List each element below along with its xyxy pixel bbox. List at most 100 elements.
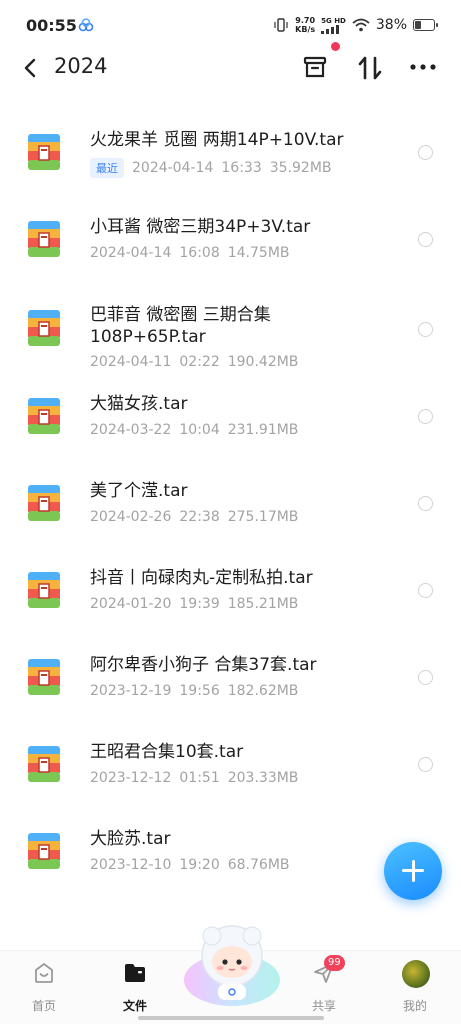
file-meta: 2023-12-19 19:56 182.62MB [90, 683, 298, 699]
status-indicators: 9.70 KB/s 5G HD 38% [273, 14, 438, 36]
file-row[interactable]: 大猫女孩.tar 2024-03-22 10:04 231.91MB [0, 376, 461, 463]
file-time: 22:38 [179, 509, 220, 525]
wifi-icon [352, 18, 370, 32]
select-radio[interactable] [418, 757, 433, 772]
file-name: 王昭君合集10套.tar [90, 742, 244, 762]
archive-file-icon [28, 833, 60, 869]
status-bar: 00:55 9.70 KB/s 5G HD 38% [0, 0, 461, 52]
home-indicator [138, 1016, 324, 1020]
file-row[interactable]: 小耳酱 微密三期34P+3V.tar 2024-04-14 16:08 14.7… [0, 199, 461, 286]
nav-label: 文件 [122, 999, 147, 1013]
page-title: 2024 [54, 54, 108, 78]
vibrate-icon [274, 18, 288, 32]
nav-label: 我的 [402, 999, 427, 1013]
select-radio[interactable] [418, 583, 433, 598]
archive-file-icon [28, 572, 60, 608]
notification-dot [331, 42, 340, 51]
file-meta: 2024-02-26 22:38 275.17MB [90, 509, 298, 525]
file-time: 10:04 [179, 422, 220, 438]
file-row[interactable]: 抖音丨向碌肉丸-定制私拍.tar 2024-01-20 19:39 185.21… [0, 550, 461, 637]
file-date: 2024-03-22 [90, 422, 172, 438]
file-time: 19:56 [179, 683, 220, 699]
file-name: 阿尔卑香小狗子 合集37套.tar [90, 655, 317, 675]
recent-badge: 最近 [90, 158, 124, 178]
battery-icon [413, 19, 438, 31]
cloud-sync-icon [78, 18, 94, 32]
battery-fill [415, 21, 422, 29]
file-meta: 2023-12-12 01:51 203.33MB [90, 770, 298, 786]
archive-file-icon [28, 485, 60, 521]
add-button[interactable] [384, 842, 442, 900]
nav-item-home[interactable]: 首页 [9, 951, 79, 1024]
file-row[interactable]: 火龙果羊 觅圈 两期14P+10V.tar 最近 2024-04-14 16:3… [0, 112, 461, 199]
file-name: 大脸苏.tar [90, 829, 171, 849]
more-icon[interactable] [409, 54, 437, 80]
select-radio[interactable] [418, 232, 433, 247]
file-date: 2024-04-14 [90, 245, 172, 261]
back-arrow-icon[interactable] [22, 56, 38, 80]
select-radio[interactable] [418, 670, 433, 685]
file-size: 182.62MB [227, 683, 299, 699]
file-name: 火龙果羊 觅圈 两期14P+10V.tar [90, 130, 344, 150]
file-date: 2023-12-10 [90, 857, 172, 873]
avatar [402, 960, 430, 988]
file-meta: 2023-12-10 19:20 68.76MB [90, 857, 290, 873]
nav-label: 首页 [31, 999, 56, 1013]
select-radio[interactable] [418, 496, 433, 511]
file-time: 19:20 [179, 857, 220, 873]
signal-icon [321, 24, 340, 34]
mascot-button[interactable] [182, 918, 282, 1008]
file-row[interactable]: 阿尔卑香小狗子 合集37套.tar 2023-12-19 19:56 182.6… [0, 637, 461, 724]
file-time: 01:51 [179, 770, 220, 786]
archive-icon[interactable] [302, 54, 328, 80]
header: 2024 [0, 42, 461, 86]
file-row[interactable]: 巴菲音 微密圈 三期合集 108P+65P.tar 2024-04-11 02:… [0, 286, 461, 376]
nav-item-share[interactable]: 99 共享 [289, 951, 359, 1024]
nav-item-profile[interactable]: 我的 [380, 951, 450, 1024]
file-size: 35.92MB [269, 160, 332, 176]
file-list: 火龙果羊 觅圈 两期14P+10V.tar 最近 2024-04-14 16:3… [0, 112, 461, 898]
file-row[interactable]: 美了个滢.tar 2024-02-26 22:38 275.17MB [0, 463, 461, 550]
net-speed: 9.70 KB/s [295, 16, 316, 34]
select-radio[interactable] [418, 322, 433, 337]
sort-icon[interactable] [357, 54, 383, 82]
file-size: 190.42MB [227, 354, 299, 370]
file-row[interactable]: 王昭君合集10套.tar 2023-12-12 01:51 203.33MB [0, 724, 461, 811]
file-time: 02:22 [179, 354, 220, 370]
file-time: 16:33 [221, 160, 262, 176]
nav-label: 共享 [311, 999, 336, 1013]
file-time: 19:39 [179, 596, 220, 612]
file-meta: 2024-03-22 10:04 231.91MB [90, 422, 298, 438]
select-radio[interactable] [418, 145, 433, 160]
file-date: 2023-12-19 [90, 683, 172, 699]
file-date: 2024-01-20 [90, 596, 172, 612]
file-size: 203.33MB [227, 770, 299, 786]
signal-indicator: 5G HD [321, 17, 346, 34]
file-size: 185.21MB [227, 596, 299, 612]
home-icon [35, 963, 53, 983]
file-name: 抖音丨向碌肉丸-定制私拍.tar [90, 568, 313, 588]
nav-item-files[interactable]: 文件 [100, 951, 170, 1024]
file-meta: 2024-01-20 19:39 185.21MB [90, 596, 298, 612]
folder-icon [125, 964, 145, 982]
archive-file-icon [28, 398, 60, 434]
file-meta: 2024-04-14 16:08 14.75MB [90, 245, 290, 261]
file-name: 小耳酱 微密三期34P+3V.tar [90, 217, 311, 237]
archive-file-icon [28, 134, 60, 170]
archive-file-icon [28, 221, 60, 257]
file-meta: 最近 2024-04-14 16:33 35.92MB [90, 158, 332, 178]
file-time: 16:08 [179, 245, 220, 261]
file-name: 大猫女孩.tar [90, 394, 188, 414]
network-type: 5G HD [321, 16, 346, 25]
file-date: 2024-04-11 [90, 354, 172, 370]
battery-percent: 38% [375, 17, 407, 33]
file-date: 2023-12-12 [90, 770, 172, 786]
archive-file-icon [28, 746, 60, 782]
file-name: 美了个滢.tar [90, 481, 188, 501]
file-meta: 2024-04-11 02:22 190.42MB [90, 354, 298, 370]
status-time: 00:55 [26, 16, 77, 35]
archive-file-icon [28, 310, 60, 346]
share-badge: 99 [324, 955, 345, 971]
select-radio[interactable] [418, 409, 433, 424]
file-size: 68.76MB [227, 857, 290, 873]
